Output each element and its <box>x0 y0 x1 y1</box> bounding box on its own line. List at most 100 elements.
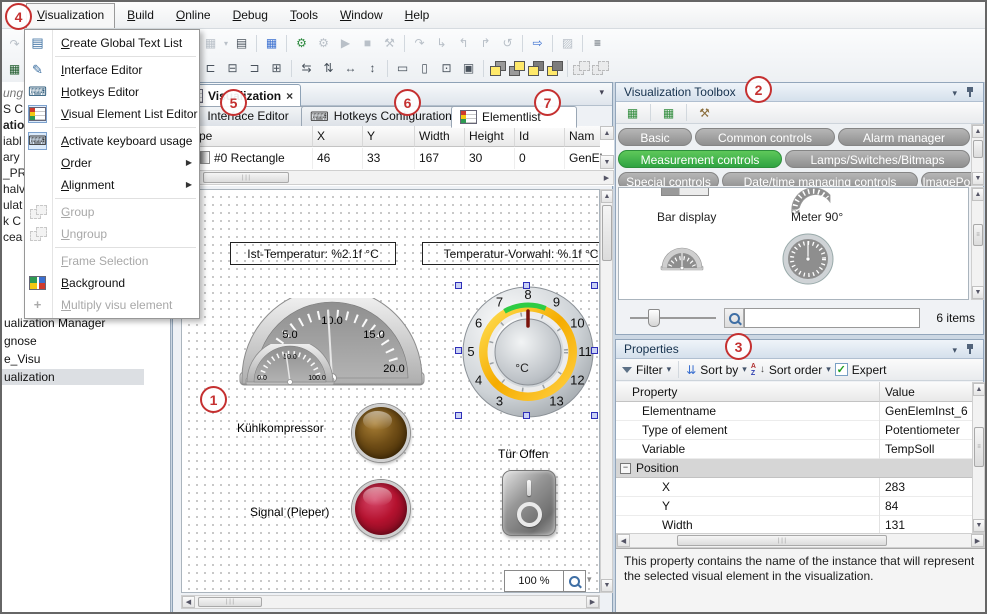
size-height-icon[interactable]: ▯ <box>414 58 435 79</box>
property-group-position[interactable]: − Position <box>616 459 972 478</box>
property-value[interactable]: 131 <box>879 516 972 533</box>
snap-grid-icon[interactable]: ▣ <box>458 58 479 79</box>
tree-item-fragment[interactable]: _PR <box>3 166 26 180</box>
canvas-scroll-down-icon[interactable]: ▼ <box>601 579 613 592</box>
menu-visualization[interactable]: Visualization <box>26 3 115 28</box>
column-header-width[interactable]: Width <box>415 126 465 147</box>
same-height-icon[interactable]: ↕ <box>362 58 383 79</box>
global-textlist-icon[interactable]: ▦ <box>261 33 282 54</box>
bring-forward-icon[interactable] <box>526 59 544 77</box>
tree-item-fragment[interactable]: cea <box>3 230 22 244</box>
properties-scroll-down-icon[interactable]: ▼ <box>973 519 985 532</box>
canvas-hscrollbar-thumb[interactable]: | | | <box>198 597 262 607</box>
toolbox-pin-icon[interactable] <box>965 86 975 98</box>
label-tuer-offen[interactable]: Tür Offen <box>498 447 548 461</box>
column-header-type[interactable]: ype <box>189 126 313 147</box>
label-signal-pieper[interactable]: Signal (Pieper) <box>250 505 329 519</box>
tree-item-fragment[interactable]: k C <box>3 214 21 228</box>
menu-build[interactable]: Build <box>117 5 164 26</box>
icon-size-slider-thumb[interactable] <box>648 309 660 327</box>
property-row-variable[interactable]: Variable TempSoll <box>616 440 972 459</box>
column-header-id[interactable]: Id <box>515 126 565 147</box>
canvas-scroll-left-icon[interactable]: ◀ <box>182 596 195 608</box>
cell-y[interactable]: 33 <box>363 148 415 169</box>
potentiometer-element[interactable]: 3 4 5 6 7 8 9 10 11 12 13 °C <box>460 286 596 418</box>
properties-vscrollbar[interactable]: ▲ ≡ ▼ <box>972 382 985 533</box>
categories-scroll-down-icon[interactable]: ▼ <box>972 172 984 185</box>
cell-id[interactable]: 0 <box>515 148 565 169</box>
property-row-elementname[interactable]: Elementname GenElemInst_6 <box>616 402 972 421</box>
categories-scrollbar[interactable]: ▲ ▼ <box>971 124 984 186</box>
insert-element-icon[interactable]: ▦ <box>200 33 221 54</box>
paste-icon[interactable]: ▤ <box>231 33 252 54</box>
same-size-icon[interactable]: ▭ <box>392 58 413 79</box>
send-to-back-icon[interactable] <box>507 59 525 77</box>
menu-item-visual-element-list-editor[interactable]: Visual Element List Editor <box>25 103 199 125</box>
toolbox-item-meter-90-label[interactable]: Meter 90° <box>791 210 843 224</box>
category-imagepool[interactable]: ImagePool <box>921 172 971 186</box>
canvas-vscrollbar-thumb[interactable] <box>602 205 612 261</box>
property-value[interactable]: 283 <box>879 478 972 497</box>
toolbox-item-bar-display-label[interactable]: Bar display <box>657 210 716 224</box>
send-backward-icon[interactable] <box>545 59 563 77</box>
toolbox-search-button[interactable] <box>724 308 744 328</box>
tree-item-fragment[interactable]: ung <box>3 86 23 100</box>
menu-item-interface-editor[interactable]: ✎ Interface Editor <box>25 59 199 81</box>
table-scroll-right-icon[interactable]: ▶ <box>600 171 613 184</box>
category-alarm-manager[interactable]: Alarm manager <box>838 128 970 146</box>
align-hcenter-icon[interactable]: ⊞ <box>266 58 287 79</box>
size-to-grid-icon[interactable]: ⊡ <box>436 58 457 79</box>
value-column-header[interactable]: Value <box>879 382 972 402</box>
cell-type[interactable]: #0 Rectangle <box>189 148 313 169</box>
items-scroll-down-icon[interactable]: ▼ <box>972 286 984 299</box>
properties-scroll-left-icon[interactable]: ◀ <box>617 534 630 547</box>
expert-checkbox-label[interactable]: Expert <box>852 363 887 377</box>
selection-handle[interactable] <box>591 347 598 354</box>
tree-item-fragment[interactable]: halv <box>3 182 25 196</box>
canvas-hscrollbar[interactable]: ◀ | | | ▶ <box>181 595 600 609</box>
menu-online[interactable]: Online <box>166 5 221 26</box>
label-kuehlkompressor[interactable]: Kühlkompressor <box>237 421 324 435</box>
sort-order-button[interactable]: Sort order <box>769 363 822 377</box>
meter-small-element[interactable]: 0.0 50.0 100.0 <box>244 344 336 386</box>
properties-hscrollbar-thumb[interactable]: | | | <box>677 535 887 546</box>
collapse-icon[interactable]: − <box>620 463 631 474</box>
tab-list-dropdown-icon[interactable]: ▾ <box>599 87 604 98</box>
visualization-canvas[interactable]: Ist-Temperatur: %2.1f °C Temperatur-Vorw… <box>181 189 600 593</box>
property-value[interactable]: Potentiometer <box>879 421 972 440</box>
toolbox-search-input[interactable] <box>744 308 920 328</box>
menu-item-alignment[interactable]: Alignment ▶ <box>25 174 199 196</box>
watch-list-icon[interactable]: ≡ <box>587 33 608 54</box>
sort-by-dropdown-icon[interactable]: ▾ <box>742 364 747 375</box>
menu-item-background[interactable]: Background <box>25 272 199 294</box>
cell-x[interactable]: 46 <box>313 148 363 169</box>
goto-icon[interactable]: ⇨ <box>527 33 548 54</box>
column-header-name[interactable]: Nam <box>565 126 600 147</box>
tree-item-fragment[interactable]: ary <box>3 150 20 164</box>
cell-height[interactable]: 30 <box>465 148 515 169</box>
meter-360-icon[interactable] <box>781 232 835 286</box>
properties-scroll-right-icon[interactable]: ▶ <box>971 534 984 547</box>
login-icon[interactable]: ⚙ <box>291 33 312 54</box>
selection-handle[interactable] <box>523 412 530 419</box>
column-header-height[interactable]: Height <box>465 126 515 147</box>
menu-item-activate-keyboard-usage[interactable]: ⌨ Activate keyboard usage <box>25 130 199 152</box>
lamp-kuehlkompressor[interactable] <box>352 404 410 462</box>
menu-item-hotkeys-editor[interactable]: ⌨ Hotkeys Editor <box>25 81 199 103</box>
redo-icon[interactable]: ↷ <box>4 33 25 54</box>
align-right-icon[interactable]: ⊐ <box>244 58 265 79</box>
canvas-scroll-right-icon[interactable]: ▶ <box>586 596 599 608</box>
same-width-icon[interactable]: ↔ <box>340 58 361 79</box>
properties-pin-icon[interactable] <box>965 343 975 355</box>
tree-item-fragment[interactable]: ulat <box>3 198 22 212</box>
items-scrollbar[interactable]: ▲ ≡ ▼ <box>971 187 984 300</box>
selection-handle[interactable] <box>523 282 530 289</box>
menu-tools[interactable]: Tools <box>280 5 328 26</box>
toolbox-list-view-icon[interactable]: ▦ <box>658 102 679 123</box>
menu-debug[interactable]: Debug <box>223 5 278 26</box>
selection-handle[interactable] <box>455 347 462 354</box>
distribute-v-icon[interactable]: ⇅ <box>318 58 339 79</box>
filter-button[interactable]: Filter <box>636 363 663 377</box>
sort-order-dropdown-icon[interactable]: ▾ <box>826 364 831 375</box>
property-row-y[interactable]: Y 84 <box>616 497 972 516</box>
